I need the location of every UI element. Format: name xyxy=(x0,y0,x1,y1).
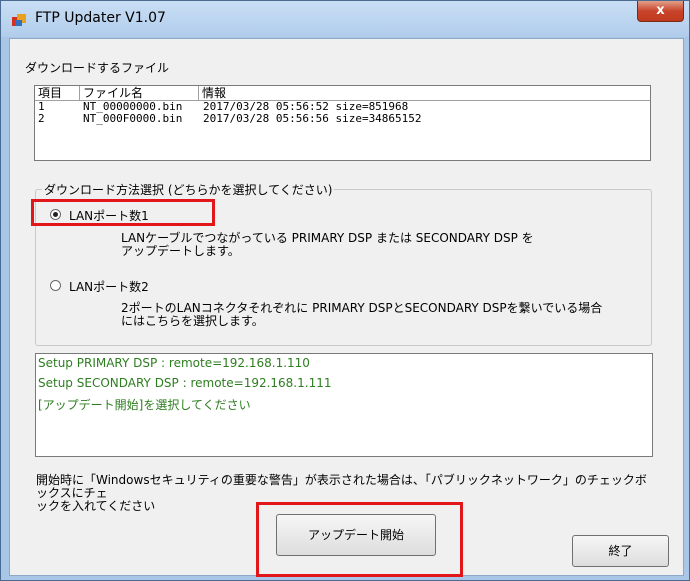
status-log[interactable]: Setup PRIMARY DSP : remote=192.168.1.110… xyxy=(35,353,653,457)
log-line: Setup SECONDARY DSP : remote=192.168.1.1… xyxy=(38,376,332,390)
log-line: Setup PRIMARY DSP : remote=192.168.1.110 xyxy=(38,356,310,370)
window-title: FTP Updater V1.07 xyxy=(35,10,166,26)
security-notice-line1: 開始時に「Windowsセキュリティの重要な警告」が表示された場合は、「パブリッ… xyxy=(36,473,647,500)
cell-filename: NT_000F0000.bin xyxy=(83,112,183,125)
lan-port-1-description-line2: アップデートします。 xyxy=(121,244,240,258)
radio-lan-port-2[interactable] xyxy=(50,280,61,291)
highlight-lan-port-1 xyxy=(31,199,215,226)
column-header-index[interactable]: 項目 xyxy=(35,86,80,100)
cell-info: 2017/03/28 05:56:56 size=34865152 xyxy=(203,112,422,125)
radio-lan-port-2-label[interactable]: LANポート数2 xyxy=(69,278,149,295)
highlight-start-update xyxy=(256,502,463,577)
log-line: [アップデート開始]を選択してください xyxy=(38,398,251,412)
client-area: ダウンロードするファイル 項目 ファイル名 情報 1 NT_00000000.b… xyxy=(9,38,684,577)
column-header-filename[interactable]: ファイル名 xyxy=(80,86,199,100)
close-button[interactable]: x xyxy=(637,1,684,22)
app-icon xyxy=(12,14,26,26)
file-list-header: 項目 ファイル名 情報 xyxy=(35,86,650,101)
app-window: FTP Updater V1.07 x ダウンロードするファイル 項目 ファイル… xyxy=(0,0,690,581)
download-method-caption: ダウンロード方法選択 (どちらかを選択してください) xyxy=(42,181,335,198)
close-icon: x xyxy=(656,3,665,18)
exit-button[interactable]: 終了 xyxy=(572,535,669,567)
title-bar[interactable]: FTP Updater V1.07 x xyxy=(1,1,689,37)
lan-port-1-description-line1: LANケーブルでつながっている PRIMARY DSP または SECONDAR… xyxy=(121,231,534,245)
file-list[interactable]: 項目 ファイル名 情報 1 NT_00000000.bin 2017/03/28… xyxy=(34,85,651,161)
download-files-label: ダウンロードするファイル xyxy=(25,61,170,75)
lan-port-2-description-line1: 2ポートのLANコネクタそれぞれに PRIMARY DSPとSECONDARY … xyxy=(121,301,603,315)
cell-index: 2 xyxy=(38,112,45,125)
column-header-info[interactable]: 情報 xyxy=(199,86,650,100)
lan-port-2-description-line2: にはこちらを選択します。 xyxy=(121,314,264,328)
table-row[interactable]: 2 NT_000F0000.bin 2017/03/28 05:56:56 si… xyxy=(35,113,650,125)
